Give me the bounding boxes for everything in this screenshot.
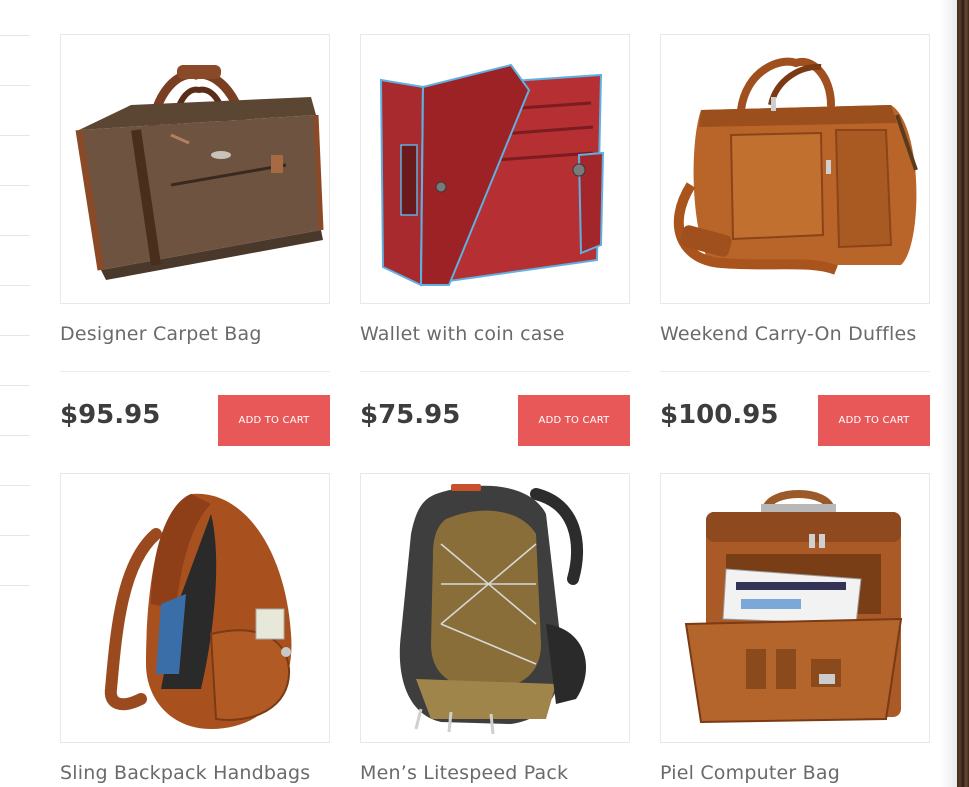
product-title[interactable]: Designer Carpet Bag xyxy=(60,323,340,345)
product-image-link[interactable] xyxy=(60,473,330,743)
product-title[interactable]: Men’s Litespeed Pack xyxy=(360,762,640,784)
sidebar-divider xyxy=(0,435,30,436)
page-shadow xyxy=(940,0,957,787)
product-title[interactable]: Wallet with coin case xyxy=(360,323,640,345)
brown-carpet-bag-image xyxy=(75,65,324,280)
card-divider xyxy=(360,371,630,372)
product-title[interactable]: Sling Backpack Handbags xyxy=(60,762,340,784)
product-price: $100.95 xyxy=(660,400,779,430)
product-card: Designer Carpet Bag $95.95 ADD TO CART xyxy=(60,34,330,446)
product-title[interactable]: Piel Computer Bag xyxy=(660,762,940,784)
wood-border xyxy=(957,0,969,787)
red-wallet-image xyxy=(379,63,605,287)
product-image-link[interactable] xyxy=(360,473,630,743)
computer-bag-image xyxy=(684,490,903,724)
sidebar-divider xyxy=(0,385,30,386)
sidebar-divider xyxy=(0,135,30,136)
sidebar-divider xyxy=(0,585,30,586)
sidebar-divider xyxy=(0,185,30,186)
product-image-link[interactable] xyxy=(660,34,930,304)
product-grid-page: Designer Carpet Bag $95.95 ADD TO CART W… xyxy=(0,0,969,787)
sidebar-divider xyxy=(0,535,30,536)
product-card: Men’s Litespeed Pack xyxy=(360,473,630,784)
add-to-cart-button[interactable]: ADD TO CART xyxy=(218,395,330,446)
add-to-cart-button[interactable]: ADD TO CART xyxy=(818,395,930,446)
sidebar-divider xyxy=(0,85,30,86)
product-image-link[interactable] xyxy=(60,34,330,304)
product-image-link[interactable] xyxy=(660,473,930,743)
product-price: $95.95 xyxy=(60,400,161,430)
card-divider xyxy=(660,371,930,372)
sidebar-divider xyxy=(0,285,30,286)
sidebar-divider xyxy=(0,35,30,36)
product-image-link[interactable] xyxy=(360,34,630,304)
sidebar-divider xyxy=(0,235,30,236)
card-divider xyxy=(60,371,330,372)
product-card: Weekend Carry-On Duffles $100.95 ADD TO … xyxy=(660,34,930,446)
leather-duffle-image xyxy=(673,57,918,275)
product-card: Sling Backpack Handbags xyxy=(60,473,330,784)
hiking-backpack-image xyxy=(399,484,586,735)
sidebar-divider xyxy=(0,485,30,486)
add-to-cart-button[interactable]: ADD TO CART xyxy=(518,395,630,446)
product-price: $75.95 xyxy=(360,400,461,430)
product-card: Piel Computer Bag xyxy=(660,473,930,784)
product-title[interactable]: Weekend Carry-On Duffles xyxy=(660,323,940,345)
sidebar-category-list xyxy=(0,0,30,787)
sidebar-divider xyxy=(0,335,30,336)
product-card: Wallet with coin case $75.95 ADD TO CART xyxy=(360,34,630,446)
sling-backpack-image xyxy=(104,493,292,729)
